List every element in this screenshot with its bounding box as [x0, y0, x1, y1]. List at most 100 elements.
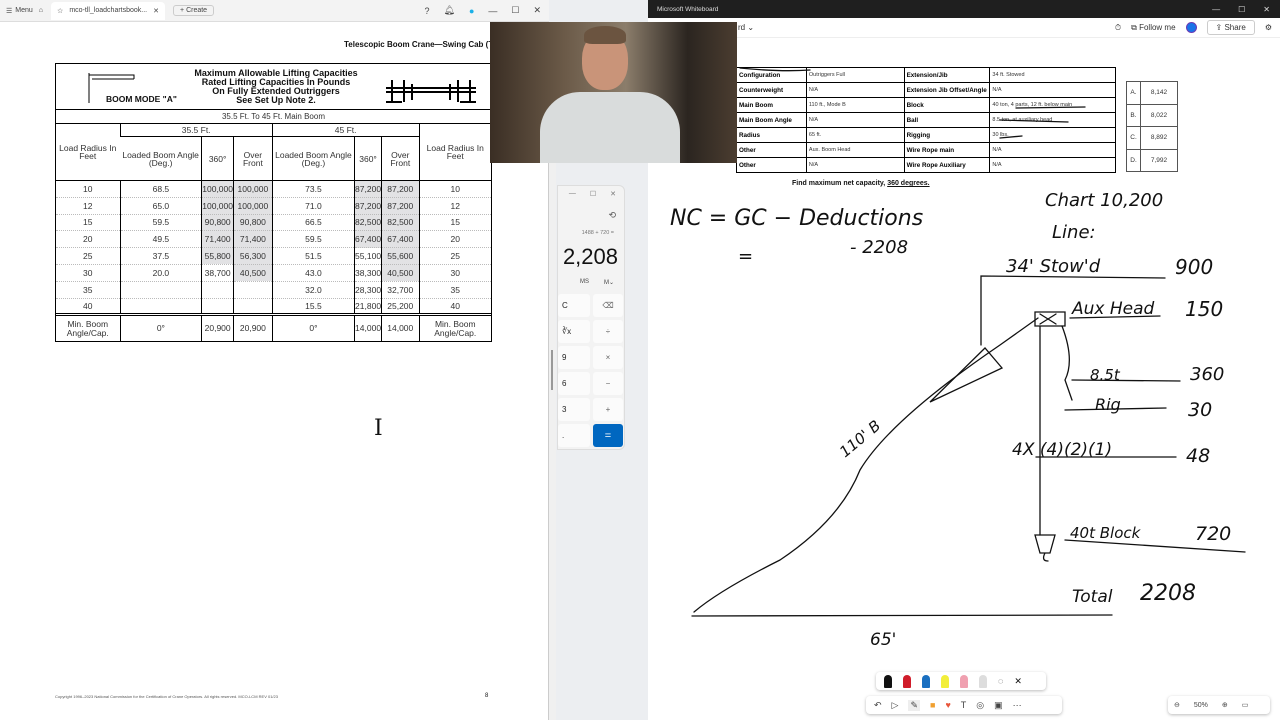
avatar[interactable]	[1185, 22, 1197, 33]
answer-value: 8,142	[1140, 81, 1178, 105]
follow-me-button[interactable]: ⧉ Follow me	[1131, 23, 1175, 33]
cube-root-button[interactable]: ∛x	[558, 320, 590, 343]
answer-letter: A.	[1126, 81, 1141, 105]
star-icon[interactable]: ☆	[57, 7, 63, 15]
reactions-heart-icon[interactable]: ♥	[945, 700, 950, 710]
decimal-button[interactable]: .	[558, 424, 590, 447]
history-icon[interactable]: ⟲	[608, 210, 616, 221]
zoom-out-icon[interactable]: ⊖	[1174, 701, 1180, 709]
board-name-dropdown[interactable]: rd ⌄	[738, 23, 754, 32]
bell-icon[interactable]: 🔔︎	[444, 5, 455, 16]
cell-c2: 67,400	[354, 230, 382, 249]
minus-button[interactable]: −	[593, 372, 623, 395]
divide-button[interactable]: ÷	[593, 320, 623, 343]
cell-f2: 87,200	[381, 197, 419, 215]
cell-f1: 40,500	[233, 264, 273, 282]
cell-c2: 55,100	[354, 247, 382, 265]
cell-r: 10	[418, 180, 491, 198]
plus-button[interactable]: +	[593, 398, 623, 421]
profile-icon[interactable]: ●	[469, 6, 474, 16]
close-icon[interactable]: ✕	[533, 5, 541, 16]
close-icon[interactable]: ✕	[610, 190, 616, 198]
group-45: 45 Ft.	[271, 124, 419, 137]
field-label: Extension Jib Offset/Angle	[903, 82, 991, 98]
three-button[interactable]: 3	[558, 398, 590, 421]
fit-screen-icon[interactable]: ▭	[1242, 701, 1249, 709]
settings-gear-icon[interactable]: ⚙	[1265, 23, 1272, 32]
maximize-icon[interactable]: ☐	[590, 190, 596, 198]
black-pen[interactable]	[884, 674, 892, 688]
close-icon[interactable]: ✕	[1014, 676, 1022, 687]
cell-a2: 73.5	[271, 180, 355, 198]
minimize-icon[interactable]: —	[488, 6, 497, 16]
page-number: 8	[485, 693, 489, 699]
cell-r: 20	[418, 230, 491, 249]
field-value: N/A	[805, 112, 905, 128]
cell-r: 40	[56, 298, 120, 316]
ms-button[interactable]: MS	[580, 279, 589, 285]
nine-button[interactable]: 9	[558, 346, 590, 369]
tab-loadchart[interactable]: ☆ mco-tll_loadchartsbook... ✕	[51, 1, 166, 20]
templates-icon[interactable]: ▣	[994, 700, 1003, 711]
cell-r: 30	[56, 264, 120, 282]
cell-r: 35	[418, 281, 491, 299]
cell-c2: 14,000	[354, 313, 382, 341]
multiply-button[interactable]: ×	[593, 346, 623, 369]
more-icon[interactable]: ⋯	[1013, 700, 1022, 711]
field-value: Outriggers Full	[805, 67, 905, 83]
shapes-icon[interactable]: ◎	[976, 700, 984, 711]
whiteboard-toolbar: rd ⌄ ⏱︎ ⧉ Follow me ⇪ Share ⚙	[648, 18, 1280, 38]
answer-value: 7,992	[1140, 148, 1178, 172]
minimize-icon[interactable]: —	[569, 190, 576, 198]
red-pen[interactable]	[903, 674, 911, 688]
boom-mode-label: BOOM MODE "A"	[106, 94, 177, 104]
ruler[interactable]	[979, 674, 987, 688]
field-value: Aux. Boom Head	[805, 142, 905, 158]
home-icon[interactable]: ⌂	[39, 7, 43, 14]
outrigger-diagram-icon	[386, 80, 476, 103]
minimize-icon[interactable]: —	[1212, 5, 1220, 14]
backspace-button[interactable]: ⌫	[593, 294, 623, 317]
tool-bar: ↶ ▷ ✎ ■ ♥ T ◎ ▣ ⋯	[866, 696, 1062, 714]
yellow-highlighter[interactable]	[941, 674, 949, 688]
field-label: Ball	[903, 112, 991, 128]
menu-button[interactable]: ☰ Menu	[6, 7, 33, 15]
help-icon[interactable]: ?	[424, 6, 429, 16]
scrollbar-thumb[interactable]	[551, 350, 553, 390]
field-value: 8.5 ton, at auxiliary head	[989, 112, 1116, 128]
question-row: Main Boom Angle N/A Ball 8.5 ton, at auxili…	[736, 112, 1116, 128]
text-cursor-icon: I	[374, 416, 383, 441]
pen-icon[interactable]: ✎	[908, 699, 921, 711]
equals-button[interactable]: =	[593, 424, 623, 447]
cell-r: 15	[56, 214, 120, 232]
text-icon[interactable]: T	[961, 700, 967, 710]
maximize-icon[interactable]: ☐	[1238, 5, 1245, 14]
create-button[interactable]: + Create	[173, 5, 215, 16]
lasso-icon[interactable]: ◌	[998, 676, 1003, 686]
select-icon[interactable]: ▷	[892, 700, 899, 711]
calc-expression: 1488 + 720 =	[581, 230, 614, 236]
close-icon[interactable]: ✕	[1263, 5, 1270, 14]
table-row: 20 49.5 71,400 71,400 59.5 67,400 67,400 20	[56, 230, 491, 249]
six-button[interactable]: 6	[558, 372, 590, 395]
answer-value: 8,022	[1140, 103, 1178, 127]
pen-tray: ◌ ✕	[876, 672, 1046, 690]
zoom-controls: ⊖ 50% ⊕ ▭	[1168, 696, 1270, 714]
clear-button[interactable]: C	[558, 294, 590, 317]
zoom-in-icon[interactable]: ⊕	[1222, 701, 1228, 709]
cell-a2: 0°	[271, 313, 355, 341]
answer-letter: C.	[1126, 126, 1141, 150]
sticky-note-icon[interactable]: ■	[930, 700, 935, 710]
memory-list-button[interactable]: M⌄	[604, 279, 614, 286]
window-title: Microsoft Whiteboard	[657, 5, 719, 13]
cell-c2: 38,300	[354, 264, 382, 282]
timer-icon[interactable]: ⏱︎	[1115, 23, 1121, 33]
undo-icon[interactable]: ↶	[874, 700, 882, 711]
blue-pen[interactable]	[922, 674, 930, 688]
close-tab-icon[interactable]: ✕	[153, 7, 159, 15]
share-button[interactable]: ⇪ Share	[1206, 20, 1255, 35]
maximize-icon[interactable]: ☐	[511, 5, 519, 16]
cell-c1: 100,000	[201, 197, 234, 215]
eraser[interactable]	[960, 674, 968, 688]
question-row: Counterweight N/A Extension Jib Offset/Ang…	[736, 82, 1116, 98]
